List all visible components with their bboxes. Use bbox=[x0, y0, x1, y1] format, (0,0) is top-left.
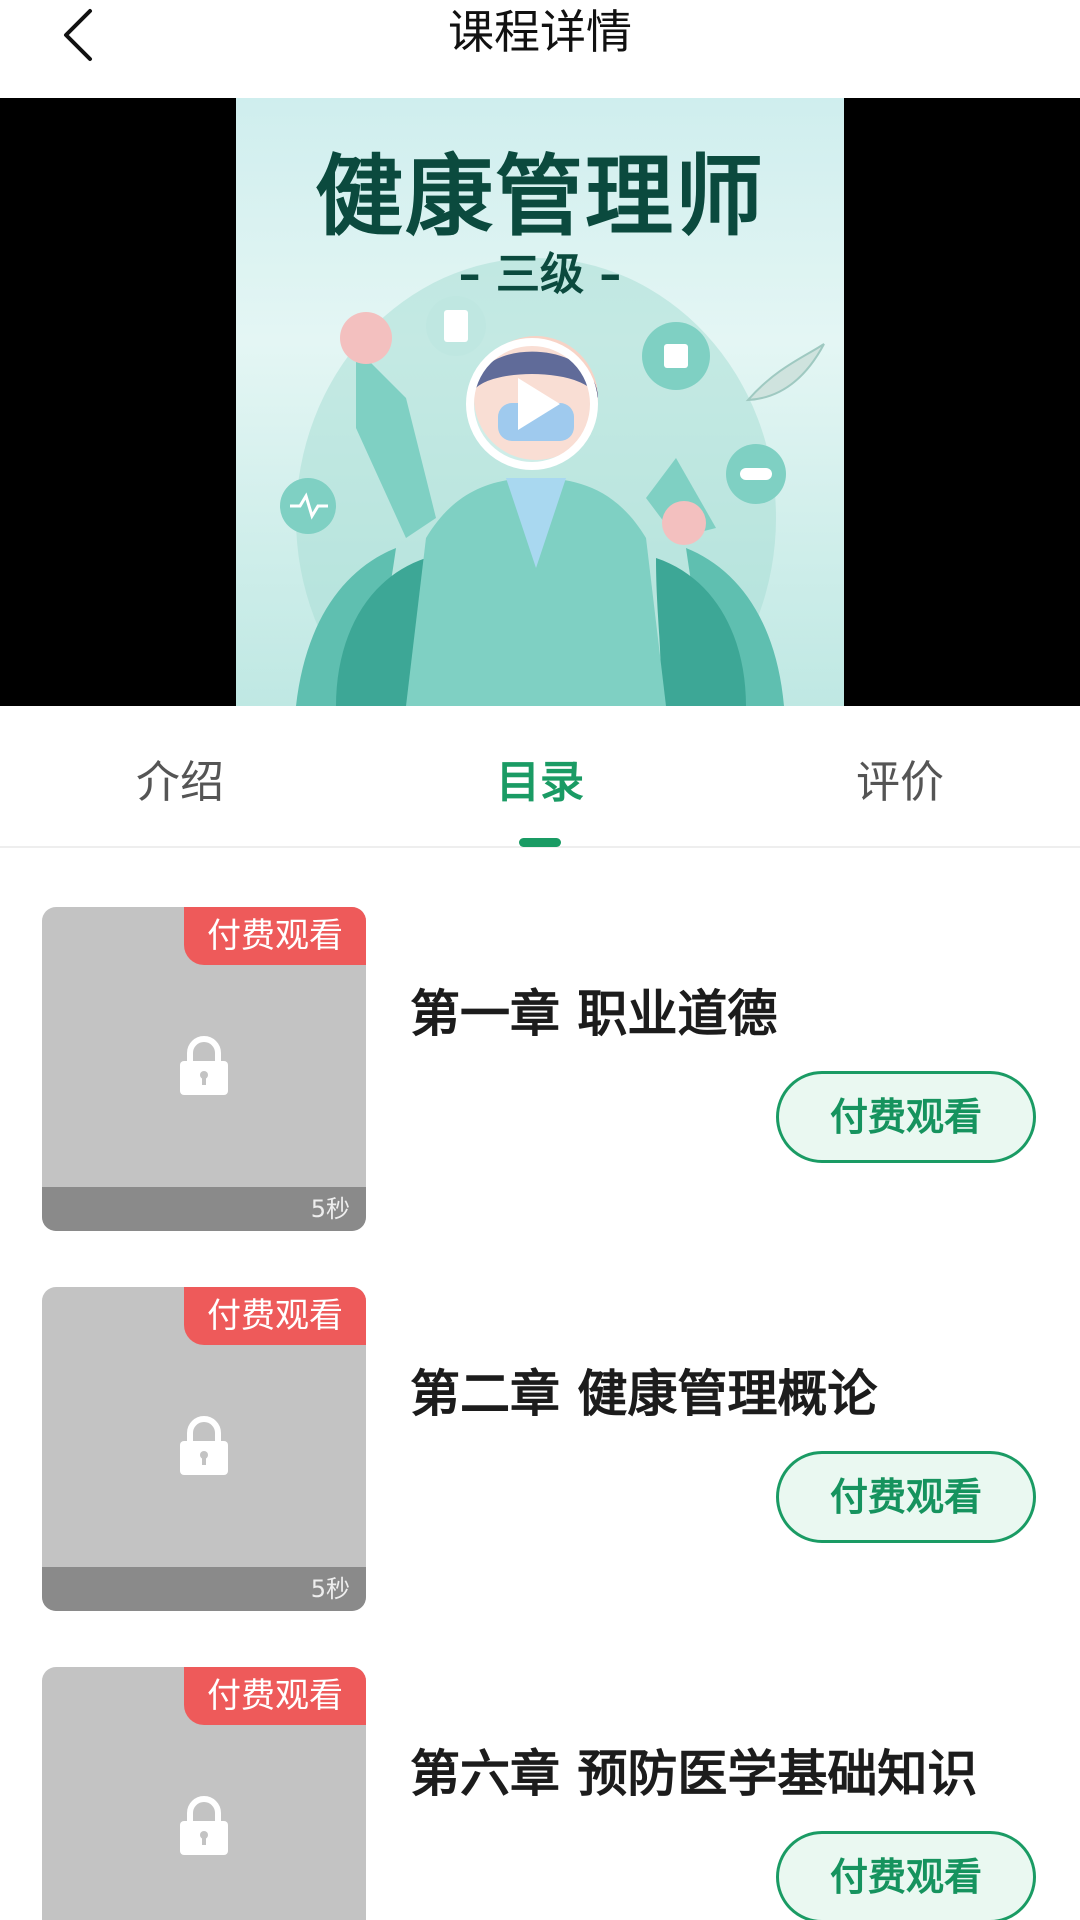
tab-reviews[interactable]: 评价 bbox=[780, 746, 1020, 810]
chapter-thumbnail[interactable]: 付费观看 5秒 bbox=[42, 907, 366, 1231]
pay-to-watch-button[interactable]: 付费观看 bbox=[776, 1071, 1036, 1163]
tab-intro[interactable]: 介绍 bbox=[60, 746, 300, 810]
chapter-title: 第二章 健康管理概论 bbox=[410, 1365, 878, 1423]
chapter-title: 第一章 职业道德 bbox=[410, 985, 778, 1043]
tab-bar: 介绍 目录 评价 bbox=[0, 706, 1080, 848]
video-player[interactable]: 健康管理师 – 三级 – bbox=[0, 98, 1080, 706]
chapter-title: 第六章 预防医学基础知识 bbox=[410, 1745, 978, 1803]
duration-bar: 5秒 bbox=[42, 1567, 366, 1611]
duration-label: 5秒 bbox=[310, 1575, 350, 1603]
list-item[interactable]: 付费观看 第六章 预防医学基础知识 付费观看 bbox=[0, 1610, 1080, 1920]
page-title: 课程详情 bbox=[448, 5, 632, 59]
play-icon[interactable] bbox=[462, 334, 602, 474]
duration-bar: 5秒 bbox=[42, 1187, 366, 1231]
lock-icon bbox=[180, 1036, 228, 1095]
list-item[interactable]: 付费观看 5秒 第一章 职业道德 付费观看 bbox=[0, 850, 1080, 1231]
list-item[interactable]: 付费观看 5秒 第二章 健康管理概论 付费观看 bbox=[0, 1230, 1080, 1611]
app-header: 课程详情 bbox=[0, 0, 1080, 98]
paid-badge: 付费观看 bbox=[184, 1667, 366, 1725]
pay-to-watch-button[interactable]: 付费观看 bbox=[776, 1831, 1036, 1920]
course-poster: 健康管理师 – 三级 – bbox=[236, 98, 844, 706]
paid-badge: 付费观看 bbox=[184, 1287, 366, 1345]
duration-label: 5秒 bbox=[310, 1195, 350, 1223]
paid-badge: 付费观看 bbox=[184, 907, 366, 965]
pay-to-watch-button[interactable]: 付费观看 bbox=[776, 1451, 1036, 1543]
lock-icon bbox=[180, 1796, 228, 1855]
tab-indicator bbox=[519, 838, 561, 847]
poster-subtitle: – 三级 – bbox=[458, 249, 622, 300]
tab-catalog[interactable]: 目录 bbox=[420, 746, 660, 810]
chapter-thumbnail[interactable]: 付费观看 5秒 bbox=[42, 1287, 366, 1611]
chapter-thumbnail[interactable]: 付费观看 bbox=[42, 1667, 366, 1920]
lock-icon bbox=[180, 1416, 228, 1475]
poster-title: 健康管理师 bbox=[314, 145, 765, 248]
